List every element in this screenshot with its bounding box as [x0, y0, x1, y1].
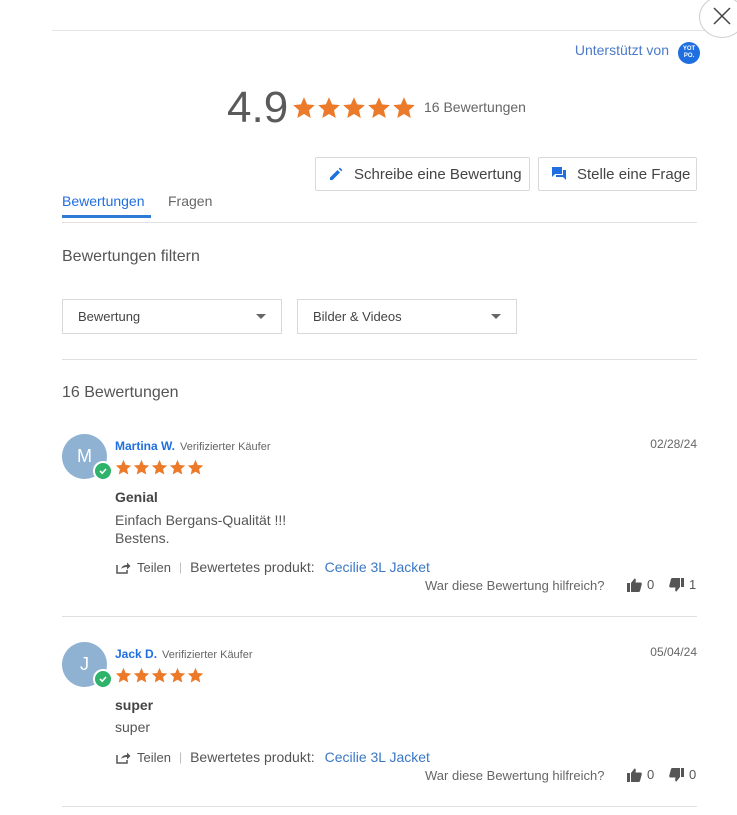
- media-filter-label: Bilder & Videos: [313, 309, 402, 324]
- review-body: Einfach Bergans-Qualität !!! Bestens.: [115, 512, 287, 546]
- verified-check-icon: [93, 669, 113, 689]
- ask-question-label: Stelle eine Frage: [577, 165, 691, 183]
- upvote-count: 0: [647, 577, 655, 592]
- close-button[interactable]: [699, 0, 737, 38]
- helpful-question: War diese Bewertung hilfreich?: [425, 768, 605, 783]
- star-icon: [169, 667, 186, 683]
- top-divider: [52, 30, 737, 31]
- star-icon: [115, 459, 132, 475]
- reviewer-name[interactable]: Jack D.: [115, 647, 157, 661]
- star-icon: [133, 459, 150, 475]
- review-title: super: [115, 697, 154, 713]
- reviewed-product-link[interactable]: Cecilie 3L Jacket: [325, 559, 430, 575]
- reviewed-product-label: Bewertetes produkt:: [190, 749, 315, 765]
- verified-check-icon: [93, 461, 113, 481]
- review-body: super: [115, 719, 151, 735]
- downvote-count: 0: [689, 767, 697, 782]
- share-icon: [116, 562, 131, 574]
- tabs-divider: [62, 222, 697, 223]
- ask-question-button[interactable]: Stelle eine Frage: [538, 157, 697, 191]
- review-divider: [62, 616, 697, 617]
- reviewed-product-link[interactable]: Cecilie 3L Jacket: [325, 749, 430, 765]
- average-stars: [292, 96, 416, 120]
- filters-divider: [62, 359, 697, 360]
- star-icon: [368, 97, 390, 118]
- caret-down-icon: [256, 314, 266, 319]
- reviewer-line: Martina W. Verifizierter Käufer: [115, 437, 271, 455]
- write-review-button[interactable]: Schreibe eine Bewertung: [315, 157, 530, 191]
- star-icon: [151, 667, 168, 683]
- star-icon: [187, 667, 204, 683]
- star-icon: [343, 97, 365, 118]
- review-date: 05/04/24: [650, 645, 697, 659]
- star-icon: [115, 667, 132, 683]
- thumbs-down-icon: [669, 767, 684, 781]
- average-rating: 4.9: [227, 83, 289, 132]
- review-title: Genial: [115, 489, 158, 505]
- star-icon: [151, 459, 168, 475]
- meta-separator: |: [178, 560, 183, 574]
- share-button[interactable]: Teilen: [116, 560, 171, 575]
- active-tab-indicator: [62, 215, 151, 218]
- thumbs-up-icon: [627, 578, 642, 592]
- pencil-icon: [330, 167, 343, 180]
- chat-icon: [552, 167, 566, 180]
- yotpo-logo[interactable]: YOT PO.: [678, 42, 700, 64]
- write-review-label: Schreibe eine Bewertung: [354, 165, 522, 183]
- reviewer-name[interactable]: Martina W.: [115, 439, 175, 453]
- tab-reviews[interactable]: Bewertungen: [62, 193, 145, 209]
- meta-separator: |: [178, 750, 183, 764]
- total-review-count: 16 Bewertungen: [424, 99, 526, 115]
- downvote-count: 1: [689, 577, 697, 592]
- star-icon: [187, 459, 204, 475]
- thumbs-down-icon: [669, 577, 684, 591]
- vote-down-button[interactable]: 1: [669, 577, 696, 592]
- vote-down-button[interactable]: 0: [669, 767, 696, 782]
- rating-filter-label: Bewertung: [78, 309, 141, 324]
- review-meta: Teilen | Bewertetes produkt: Cecilie 3L …: [116, 559, 430, 575]
- reviews-count-heading: 16 Bewertungen: [62, 384, 179, 401]
- vote-up-button[interactable]: 0: [627, 577, 654, 592]
- reviewer-line: Jack D. Verifizierter Käufer: [115, 645, 253, 663]
- review-date: 02/28/24: [650, 437, 697, 451]
- media-filter-dropdown[interactable]: Bilder & Videos: [297, 299, 517, 334]
- star-icon: [393, 97, 415, 118]
- filter-title: Bewertungen filtern: [62, 248, 200, 265]
- review-stars: [115, 459, 204, 476]
- star-icon: [133, 667, 150, 683]
- close-icon: [713, 7, 731, 25]
- review-divider: [62, 806, 697, 807]
- review-meta: Teilen | Bewertetes produkt: Cecilie 3L …: [116, 749, 430, 765]
- vote-up-button[interactable]: 0: [627, 767, 654, 782]
- tab-questions[interactable]: Fragen: [168, 193, 212, 209]
- star-icon: [293, 97, 315, 118]
- star-icon: [169, 459, 186, 475]
- verified-buyer-badge: Verifizierter Käufer: [162, 649, 253, 661]
- reviewed-product-label: Bewertetes produkt:: [190, 559, 315, 575]
- thumbs-up-icon: [627, 768, 642, 782]
- review-stars: [115, 667, 204, 684]
- upvote-count: 0: [647, 767, 655, 782]
- powered-by-link[interactable]: Unterstützt von: [575, 42, 669, 58]
- caret-down-icon: [491, 314, 501, 319]
- share-button[interactable]: Teilen: [116, 750, 171, 765]
- star-icon: [318, 97, 340, 118]
- rating-filter-dropdown[interactable]: Bewertung: [62, 299, 282, 334]
- share-icon: [116, 752, 131, 764]
- verified-buyer-badge: Verifizierter Käufer: [180, 441, 271, 453]
- helpful-question: War diese Bewertung hilfreich?: [425, 578, 605, 593]
